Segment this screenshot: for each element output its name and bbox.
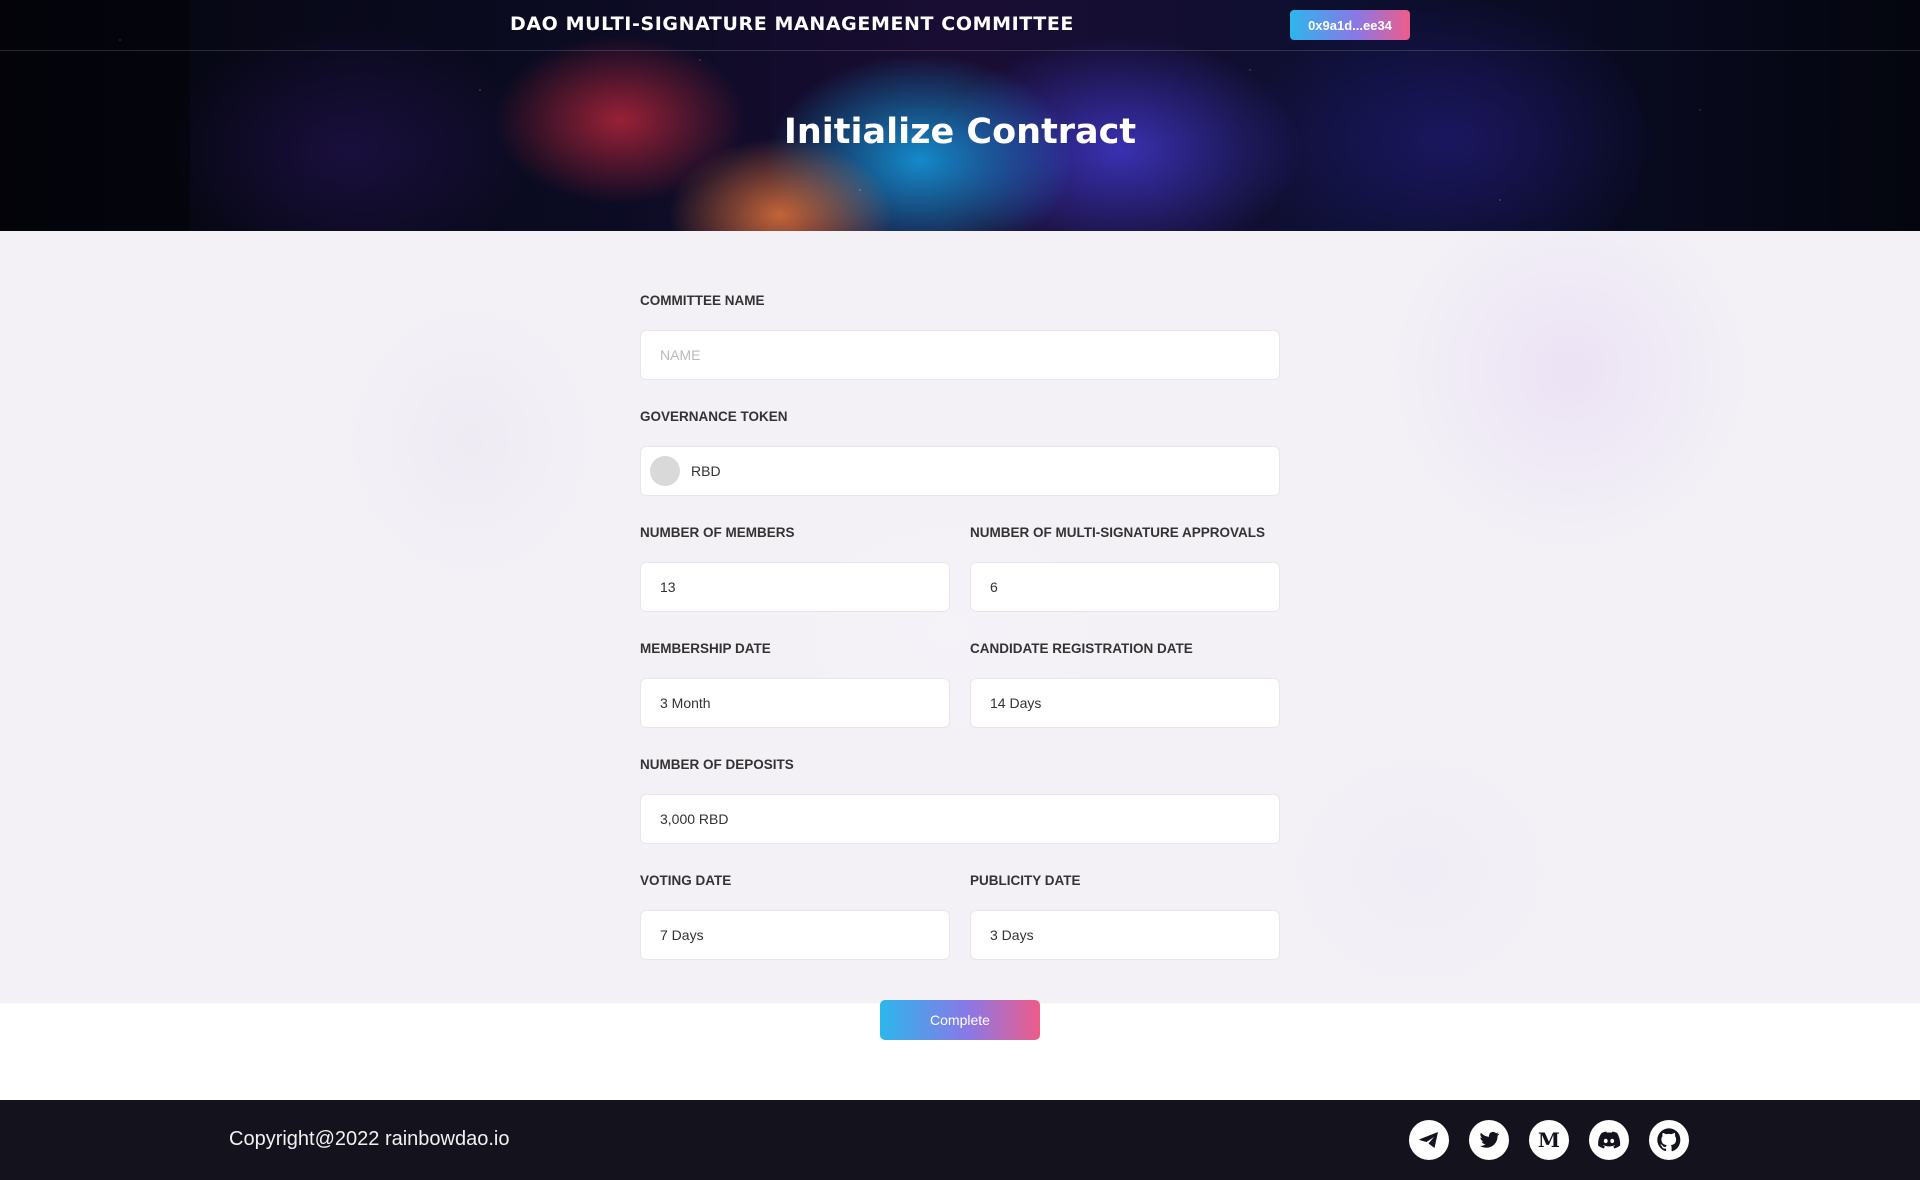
svg-text:M: M (1538, 1128, 1560, 1152)
complete-button[interactable]: Complete (880, 1000, 1040, 1040)
site-title[interactable]: DAO MULTI-SIGNATURE MANAGEMENT COMMITTEE (510, 13, 1074, 35)
governance-token-label: GOVERNANCE TOKEN (640, 409, 788, 424)
number-of-deposits-label: NUMBER OF DEPOSITS (640, 757, 794, 772)
medium-icon-glyph: M (1538, 1128, 1560, 1152)
medium-icon[interactable]: M (1529, 1120, 1569, 1160)
page-title: Initialize Contract (783, 112, 1137, 152)
twitter-icon-glyph (1480, 1131, 1500, 1148)
candidate-registration-date-value: 14 Days (990, 695, 1042, 711)
governance-token-value: RBD (691, 463, 721, 479)
number-of-members-field[interactable]: 13 (640, 562, 950, 612)
copyright-text: Copyright@2022 rainbowdao.io (229, 1128, 510, 1150)
membership-date-label: MEMBERSHIP DATE (640, 641, 771, 656)
multisig-approvals-label: NUMBER OF MULTI-SIGNATURE APPROVALS (970, 525, 1265, 540)
token-logo-icon (650, 456, 680, 486)
discord-icon-glyph (1598, 1131, 1621, 1149)
number-of-members-value: 13 (660, 579, 676, 595)
voting-date-field[interactable]: 7 Days (640, 910, 950, 960)
candidate-registration-date-label: CANDIDATE REGISTRATION DATE (970, 641, 1193, 656)
number-of-members-label: NUMBER OF MEMBERS (640, 525, 795, 540)
committee-name-input[interactable] (660, 347, 1279, 363)
voting-date-value: 7 Days (660, 927, 704, 943)
voting-date-label: VOTING DATE (640, 873, 732, 888)
github-icon[interactable] (1649, 1120, 1689, 1160)
twitter-icon[interactable] (1469, 1120, 1509, 1160)
number-of-deposits-value: 3,000 RBD (660, 811, 729, 827)
multisig-approvals-value: 6 (990, 579, 998, 595)
main-content: COMMITTEE NAME GOVERNANCE TOKEN RBD NUMB… (0, 231, 1920, 1003)
candidate-registration-date-field[interactable]: 14 Days (970, 678, 1280, 728)
membership-date-value: 3 Month (660, 695, 711, 711)
committee-name-label: COMMITTEE NAME (640, 293, 765, 308)
governance-token-field[interactable]: RBD (640, 446, 1280, 496)
footer: Copyright@2022 rainbowdao.io M (0, 1100, 1920, 1180)
discord-icon[interactable] (1589, 1120, 1629, 1160)
publicity-date-value: 3 Days (990, 927, 1034, 943)
publicity-date-label: PUBLICITY DATE (970, 873, 1081, 888)
telegram-icon-glyph (1419, 1132, 1438, 1148)
github-icon-glyph (1657, 1128, 1681, 1152)
membership-date-field[interactable]: 3 Month (640, 678, 950, 728)
hero-banner: DAO MULTI-SIGNATURE MANAGEMENT COMMITTEE… (0, 0, 1920, 231)
wallet-address-button[interactable]: 0x9a1d...ee34 (1290, 10, 1410, 40)
top-navigation-bar: DAO MULTI-SIGNATURE MANAGEMENT COMMITTEE… (0, 0, 1920, 51)
multisig-approvals-field[interactable]: 6 (970, 562, 1280, 612)
telegram-icon[interactable] (1409, 1120, 1449, 1160)
committee-name-field[interactable] (640, 330, 1280, 380)
number-of-deposits-field[interactable]: 3,000 RBD (640, 794, 1280, 844)
publicity-date-field[interactable]: 3 Days (970, 910, 1280, 960)
